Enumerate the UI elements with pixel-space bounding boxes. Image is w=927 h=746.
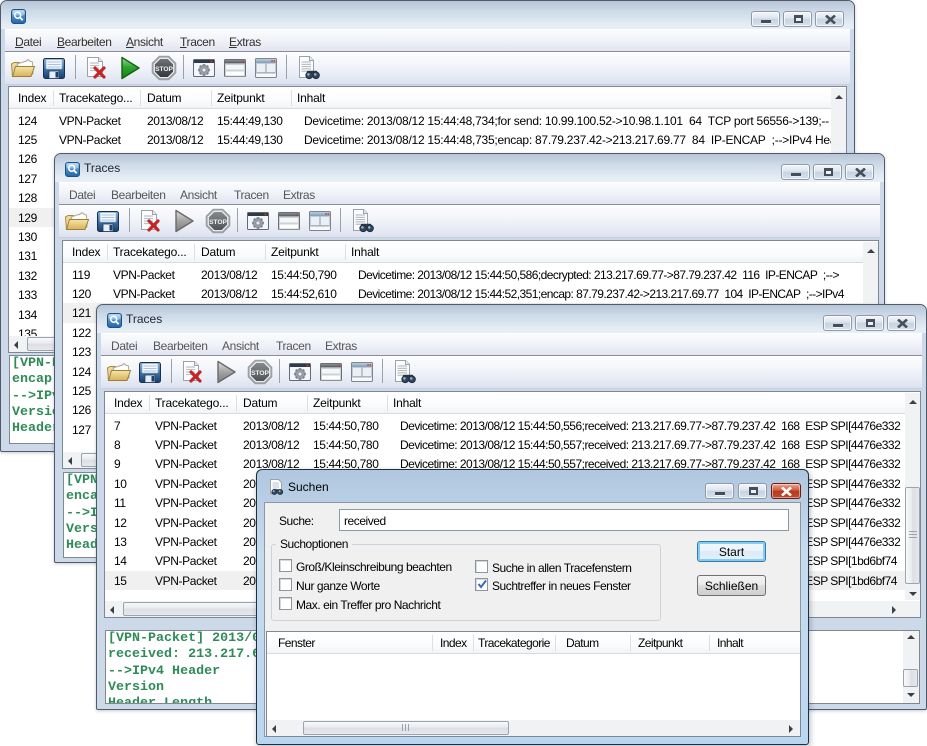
svg-text:STOP: STOP <box>209 219 227 226</box>
svg-text:STOP: STOP <box>251 370 269 377</box>
svg-text:STOP: STOP <box>155 66 173 73</box>
